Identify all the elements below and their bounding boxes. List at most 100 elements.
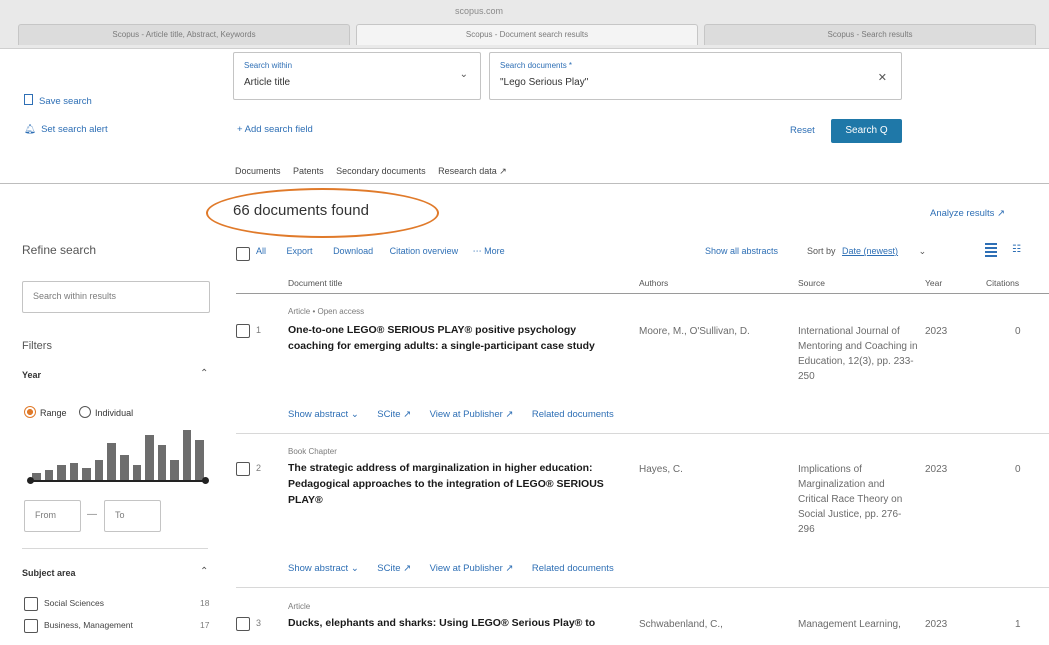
- year-histogram: [30, 430, 206, 480]
- row-checkbox[interactable]: [236, 462, 250, 476]
- more-button[interactable]: ⋯ More: [473, 246, 505, 256]
- chevron-up-icon[interactable]: ⌃: [200, 566, 208, 577]
- divider: [236, 587, 1049, 588]
- filters-heading: Filters: [22, 340, 52, 352]
- histogram-bar: [132, 465, 142, 480]
- document-title-link[interactable]: One-to-one LEGO® SERIOUS PLAY® positive …: [288, 322, 613, 354]
- histogram-bar: [57, 465, 66, 480]
- year-from-input[interactable]: From: [24, 500, 81, 532]
- citations-count[interactable]: 1: [1015, 617, 1021, 632]
- tab-research-data[interactable]: Research data ↗: [438, 166, 507, 176]
- authors[interactable]: Schwabenland, C.,: [639, 617, 789, 632]
- histogram-bar: [107, 442, 116, 480]
- year-slider-start-handle[interactable]: [27, 477, 34, 484]
- search-documents-field[interactable]: Search documents * "Lego Serious Play" ✕: [489, 52, 902, 100]
- subject-label: Social Sciences: [44, 598, 105, 608]
- highlight-oval: [206, 188, 439, 238]
- citation-overview-button[interactable]: Citation overview: [390, 246, 459, 256]
- browser-tab-active[interactable]: Scopus - Document search results: [356, 24, 698, 45]
- year-slider-end-handle[interactable]: [202, 477, 209, 484]
- column-citations[interactable]: Citations: [986, 278, 1019, 288]
- tab-patents[interactable]: Patents: [293, 166, 324, 176]
- search-within-label: Search within: [244, 61, 293, 70]
- show-abstract-label: Show abstract: [288, 409, 349, 420]
- analyze-results-link[interactable]: Analyze results ↗: [930, 208, 1005, 219]
- range-radio[interactable]: [24, 406, 36, 418]
- select-all-checkbox[interactable]: [236, 247, 250, 261]
- subject-checkbox[interactable]: [24, 619, 38, 633]
- subject-count: 17: [200, 620, 210, 630]
- scite-link[interactable]: SCite ↗: [377, 563, 411, 574]
- document-type: Book Chapter: [288, 447, 337, 456]
- grid-view-icon[interactable]: ☷: [1012, 244, 1021, 255]
- bookmark-icon: [24, 94, 33, 105]
- show-abstract-label: Show abstract: [288, 563, 349, 574]
- tab-documents[interactable]: Documents: [235, 166, 281, 176]
- view-at-publisher-link[interactable]: View at Publisher ↗: [430, 563, 514, 574]
- document-title-link[interactable]: Ducks, elephants and sharks: Using LEGO®…: [288, 615, 628, 631]
- year-filter-heading: Year: [22, 370, 42, 380]
- histogram-bar: [145, 435, 154, 480]
- histogram-bar: [120, 455, 129, 480]
- histogram-bar: [170, 460, 179, 480]
- more-label: More: [484, 246, 505, 256]
- search-button[interactable]: Search Q: [831, 119, 902, 143]
- show-abstract-link[interactable]: Show abstract ⌄: [288, 409, 359, 420]
- add-search-field-link[interactable]: + Add search field: [237, 124, 313, 135]
- row-number: 1: [256, 325, 262, 335]
- view-at-publisher-link[interactable]: View at Publisher ↗: [430, 409, 514, 420]
- histogram-bar: [82, 467, 91, 480]
- table-row: 2 Book Chapter The strategic address of …: [236, 440, 1049, 580]
- all-dropdown[interactable]: All: [256, 246, 266, 256]
- table-row: 3 Article Ducks, elephants and sharks: U…: [236, 595, 1049, 645]
- show-abstract-link[interactable]: Show abstract ⌄: [288, 563, 359, 574]
- column-year[interactable]: Year: [925, 278, 942, 288]
- subject-area-heading: Subject area: [22, 568, 76, 578]
- tab-secondary-documents[interactable]: Secondary documents: [336, 166, 426, 176]
- column-authors[interactable]: Authors: [639, 278, 668, 288]
- sort-by[interactable]: Sort by Date (newest) ⌄: [807, 246, 926, 257]
- clear-icon[interactable]: ✕: [878, 71, 887, 84]
- save-search-link[interactable]: Save search: [24, 94, 92, 107]
- result-tabs: Documents Patents Secondary documents Re…: [235, 166, 507, 177]
- individual-radio[interactable]: [79, 406, 92, 418]
- subject-checkbox[interactable]: [24, 597, 38, 611]
- refine-search-title: Refine search: [22, 243, 97, 257]
- column-document-title[interactable]: Document title: [288, 278, 342, 288]
- histogram-bar: [69, 462, 79, 480]
- browser-tab[interactable]: Scopus - Article title, Abstract, Keywor…: [18, 24, 350, 45]
- source: Implications of Marginalization and Crit…: [798, 464, 903, 535]
- citations-count[interactable]: 0: [1015, 324, 1021, 339]
- browser-tab[interactable]: Scopus - Search results: [704, 24, 1036, 45]
- address-bar[interactable]: scopus.com: [455, 6, 503, 16]
- histogram-bar: [157, 445, 167, 480]
- search-within-results-input[interactable]: Search within results: [22, 281, 210, 313]
- scite-link[interactable]: SCite ↗: [377, 409, 411, 420]
- authors[interactable]: Hayes, C.: [639, 462, 789, 477]
- year: 2023: [925, 619, 948, 630]
- year-to-input[interactable]: To: [104, 500, 161, 532]
- column-source[interactable]: Source: [798, 278, 825, 288]
- row-checkbox[interactable]: [236, 617, 250, 631]
- histogram-bar: [195, 440, 204, 480]
- list-view-icon[interactable]: [985, 243, 997, 257]
- related-documents-link[interactable]: Related documents: [532, 409, 614, 420]
- related-documents-link[interactable]: Related documents: [532, 563, 614, 574]
- citations-count[interactable]: 0: [1015, 462, 1021, 477]
- individual-label: Individual: [95, 408, 134, 418]
- chevron-down-icon: ⌄: [459, 69, 468, 80]
- histogram-bar: [44, 470, 54, 480]
- search-within-select[interactable]: Search within Article title ⌄: [233, 52, 481, 100]
- reset-button[interactable]: Reset: [790, 125, 815, 136]
- year-slider-track[interactable]: [30, 480, 206, 482]
- export-dropdown[interactable]: Export: [287, 246, 313, 256]
- row-checkbox[interactable]: [236, 324, 250, 338]
- search-documents-label: Search documents *: [500, 61, 573, 70]
- chevron-down-icon: ⌄: [350, 409, 359, 420]
- chevron-up-icon[interactable]: ⌃: [200, 368, 208, 379]
- authors[interactable]: Moore, M., O'Sullivan, D.: [639, 324, 789, 339]
- document-title-link[interactable]: The strategic address of marginalization…: [288, 460, 618, 508]
- show-all-abstracts-link[interactable]: Show all abstracts: [705, 246, 778, 256]
- set-search-alert-link[interactable]: 🔔︎ Set search alert: [24, 124, 108, 135]
- download-button[interactable]: Download: [333, 246, 373, 256]
